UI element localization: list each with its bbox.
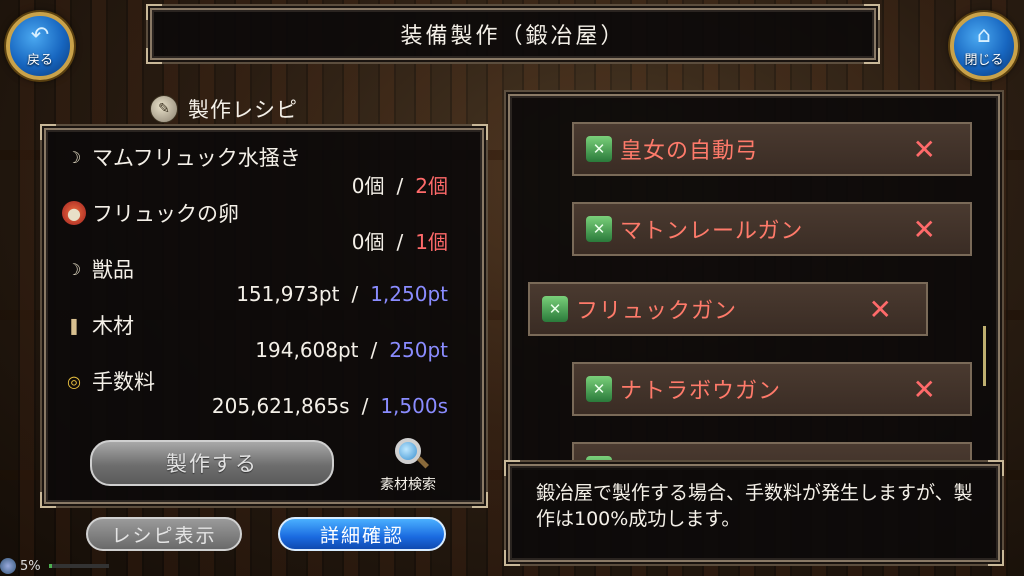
list-item-name: フリュックガン bbox=[576, 299, 738, 324]
material-required: 2個 bbox=[415, 174, 448, 198]
back-arrow-icon: ↶ bbox=[30, 22, 50, 48]
recipe-header: ✎ 製作レシピ bbox=[150, 94, 298, 124]
material-owned: 205,621,865s bbox=[211, 394, 350, 418]
remove-icon[interactable]: ✕ bbox=[913, 373, 936, 406]
material-name: 木材 bbox=[92, 314, 134, 338]
remove-icon[interactable]: ✕ bbox=[869, 293, 892, 326]
material-name: 手数料 bbox=[92, 370, 155, 394]
material-name: マムフリュック水掻き bbox=[92, 146, 301, 170]
material-row: ☽ マムフリュック水掻き 0個/2個 bbox=[62, 142, 462, 198]
material-required: 1,250pt bbox=[370, 282, 448, 306]
material-name: フリュックの卵 bbox=[92, 202, 239, 226]
crossbow-icon: ✕ bbox=[586, 136, 612, 162]
remove-icon[interactable]: ✕ bbox=[913, 133, 936, 166]
status-icon bbox=[0, 558, 16, 574]
status-percent: 5% bbox=[20, 558, 41, 574]
close-button[interactable]: ⌂ 閉じる bbox=[950, 12, 1018, 80]
material-owned: 151,973pt bbox=[236, 282, 340, 306]
equipment-list-panel: ✕ 皇女の自動弓 ✕ ✕ マトンレールガン ✕ ✕ フリュックガン ✕ ✕ ナト… bbox=[508, 94, 1000, 466]
home-icon: ⌂ bbox=[977, 22, 991, 48]
list-scrollbar[interactable] bbox=[983, 326, 986, 386]
list-item[interactable]: ✕ bbox=[572, 442, 972, 464]
recipe-display-button[interactable]: レシピ表示 bbox=[86, 517, 242, 551]
material-owned: 0個 bbox=[351, 174, 385, 198]
status-bar: 5% bbox=[0, 556, 109, 576]
list-item-selected[interactable]: ✕ フリュックガン ✕ bbox=[528, 282, 928, 336]
list-item[interactable]: ✕ ナトラボウガン ✕ bbox=[572, 362, 972, 416]
claw-icon: ☽ bbox=[66, 259, 82, 279]
material-required: 1,500s bbox=[380, 394, 448, 418]
close-label: 閉じる bbox=[964, 52, 1004, 68]
page-title: 装備製作（鍛冶屋） bbox=[400, 24, 626, 49]
material-required: 1個 bbox=[415, 230, 448, 254]
material-name: 獣品 bbox=[92, 258, 134, 282]
material-row: ● フリュックの卵 0個/1個 bbox=[62, 198, 462, 254]
list-item-name: マトンレールガン bbox=[620, 219, 804, 244]
crossbow-icon: ✕ bbox=[586, 216, 612, 242]
title-bar: 装備製作（鍛冶屋） bbox=[146, 4, 880, 64]
material-row: ❚ 木材 194,608pt/250pt bbox=[62, 310, 462, 366]
crossbow-icon: ✕ bbox=[586, 376, 612, 402]
material-row: ◎ 手数料 205,621,865s/1,500s bbox=[62, 366, 462, 422]
status-progress bbox=[48, 564, 109, 568]
material-owned: 194,608pt bbox=[255, 338, 359, 362]
material-row: ☽ 獣品 151,973pt/1,250pt bbox=[62, 254, 462, 310]
detail-confirm-button[interactable]: 詳細確認 bbox=[278, 517, 446, 551]
back-button[interactable]: ↶ 戻る bbox=[6, 12, 74, 80]
info-message: 鍛冶屋で製作する場合、手数料が発生しますが、製作は100%成功します。 bbox=[536, 482, 973, 530]
recipe-header-label: 製作レシピ bbox=[188, 98, 298, 122]
list-item[interactable]: ✕ マトンレールガン ✕ bbox=[572, 202, 972, 256]
coin-icon: ◎ bbox=[67, 371, 81, 391]
wood-icon: ❚ bbox=[67, 315, 81, 335]
crossbow-icon: ✕ bbox=[542, 296, 568, 322]
list-item-name: ナトラボウガン bbox=[620, 379, 782, 404]
list-item-name: 皇女の自動弓 bbox=[620, 139, 759, 164]
material-search-button[interactable]: 素材検索 bbox=[368, 438, 448, 498]
material-owned: 0個 bbox=[351, 230, 385, 254]
scroll-icon: ✎ bbox=[150, 95, 178, 123]
message-panel: 鍛冶屋で製作する場合、手数料が発生しますが、製作は100%成功します。 bbox=[504, 460, 1004, 566]
claw-icon: ☽ bbox=[66, 147, 82, 167]
egg-icon: ● bbox=[62, 201, 86, 225]
material-required: 250pt bbox=[389, 338, 448, 362]
back-label: 戻る bbox=[26, 52, 53, 68]
magnifier-icon bbox=[395, 438, 421, 464]
list-item[interactable]: ✕ 皇女の自動弓 ✕ bbox=[572, 122, 972, 176]
remove-icon[interactable]: ✕ bbox=[913, 213, 936, 246]
material-search-label: 素材検索 bbox=[380, 477, 436, 493]
craft-button[interactable]: 製作する bbox=[90, 440, 334, 486]
